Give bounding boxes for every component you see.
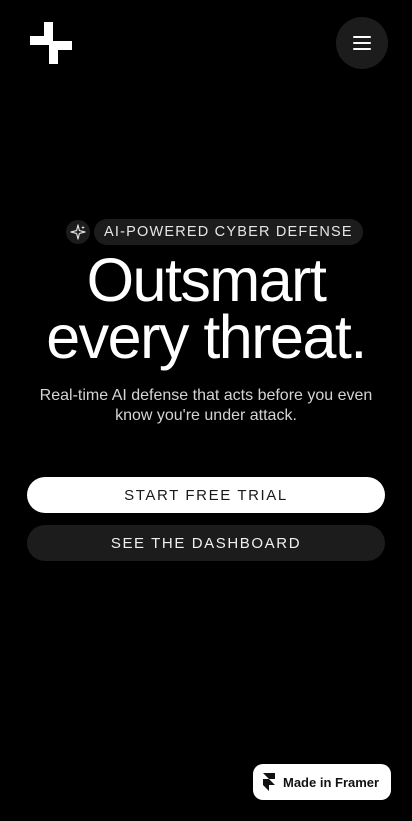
hero-headline: Outsmart every threat. (0, 246, 412, 371)
landing-page: AI-POWERED CYBER DEFENSE Outsmart every … (0, 0, 412, 821)
made-in-framer-badge[interactable]: Made in Framer (253, 764, 391, 800)
start-free-trial-button[interactable]: START FREE TRIAL (27, 477, 385, 513)
hamburger-menu-icon (353, 36, 371, 50)
framer-badge-label: Made in Framer (283, 774, 380, 790)
headline-line-2: every threat. (46, 303, 367, 371)
badge-label: AI-POWERED CYBER DEFENSE (94, 219, 363, 245)
plus-logo-icon[interactable] (30, 22, 72, 64)
menu-button[interactable] (336, 17, 388, 69)
framer-logo-icon (263, 773, 275, 791)
see-dashboard-button[interactable]: SEE THE DASHBOARD (27, 525, 385, 561)
sparkle-icon (66, 220, 90, 244)
hero-subtext: Real-time AI defense that acts before yo… (39, 387, 373, 424)
headline-line-1: Outsmart (86, 246, 327, 314)
hero-badge: AI-POWERED CYBER DEFENSE (66, 219, 363, 245)
